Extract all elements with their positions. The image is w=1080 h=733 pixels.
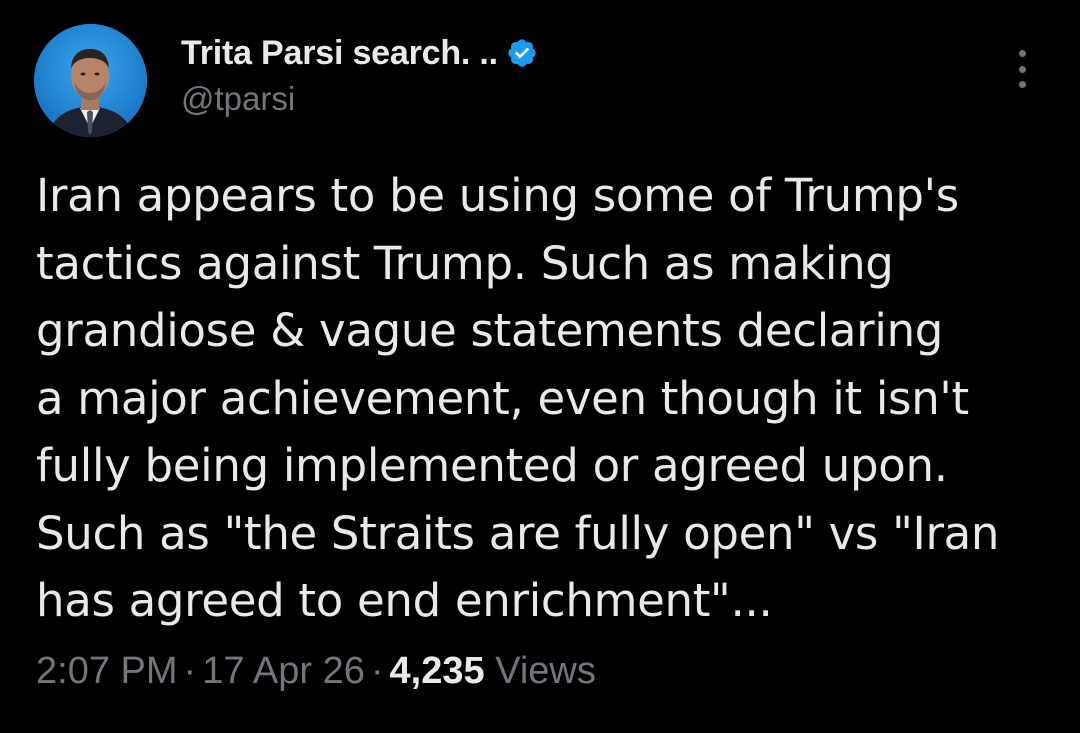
tweet-text: Iran appears to be using some of Trump's… bbox=[36, 162, 1046, 635]
verified-badge-icon[interactable] bbox=[506, 37, 538, 69]
tweet-text-line: a major achievement, even though it isn'… bbox=[36, 371, 969, 425]
tweet-time[interactable]: 2:07 PM bbox=[36, 650, 178, 692]
tweet-date[interactable]: 17 Apr 26 bbox=[202, 650, 365, 692]
more-options-icon[interactable] bbox=[1004, 50, 1040, 88]
tweet-meta: 2:07 PM · 17 Apr 26 · 4,235 Views bbox=[36, 650, 596, 693]
dot bbox=[1018, 50, 1026, 57]
avatar-portrait-icon bbox=[34, 24, 147, 137]
dot bbox=[1018, 81, 1026, 88]
tweet-text-line: grandiose & vague statements declaring bbox=[36, 304, 944, 357]
tweet-text-line: Such as "the Straits are fully open" vs … bbox=[36, 506, 1000, 560]
meta-separator: · bbox=[183, 650, 197, 692]
tweet: Trita Parsi search. .. @tparsi Iran appe… bbox=[0, 0, 1080, 733]
views-count: 4,235 bbox=[389, 650, 485, 692]
tweet-text-line: Iran appears to be using some of Trump's bbox=[36, 169, 959, 222]
author-info: Trita Parsi search. .. @tparsi bbox=[181, 30, 538, 118]
meta-separator: · bbox=[370, 650, 384, 692]
tweet-text-line: has agreed to end enrichment"... bbox=[36, 574, 773, 627]
author-avatar[interactable] bbox=[34, 24, 147, 137]
author-handle[interactable]: @tparsi bbox=[181, 80, 538, 118]
tweet-text-line: tactics against Trump. Such as making bbox=[36, 236, 894, 290]
dot bbox=[1018, 65, 1026, 73]
author-display-name[interactable]: Trita Parsi search. .. bbox=[181, 34, 498, 73]
tweet-text-line: fully being implemented or agreed upon. bbox=[36, 439, 948, 492]
views-label: Views bbox=[495, 650, 596, 692]
name-row: Trita Parsi search. .. bbox=[181, 30, 538, 76]
